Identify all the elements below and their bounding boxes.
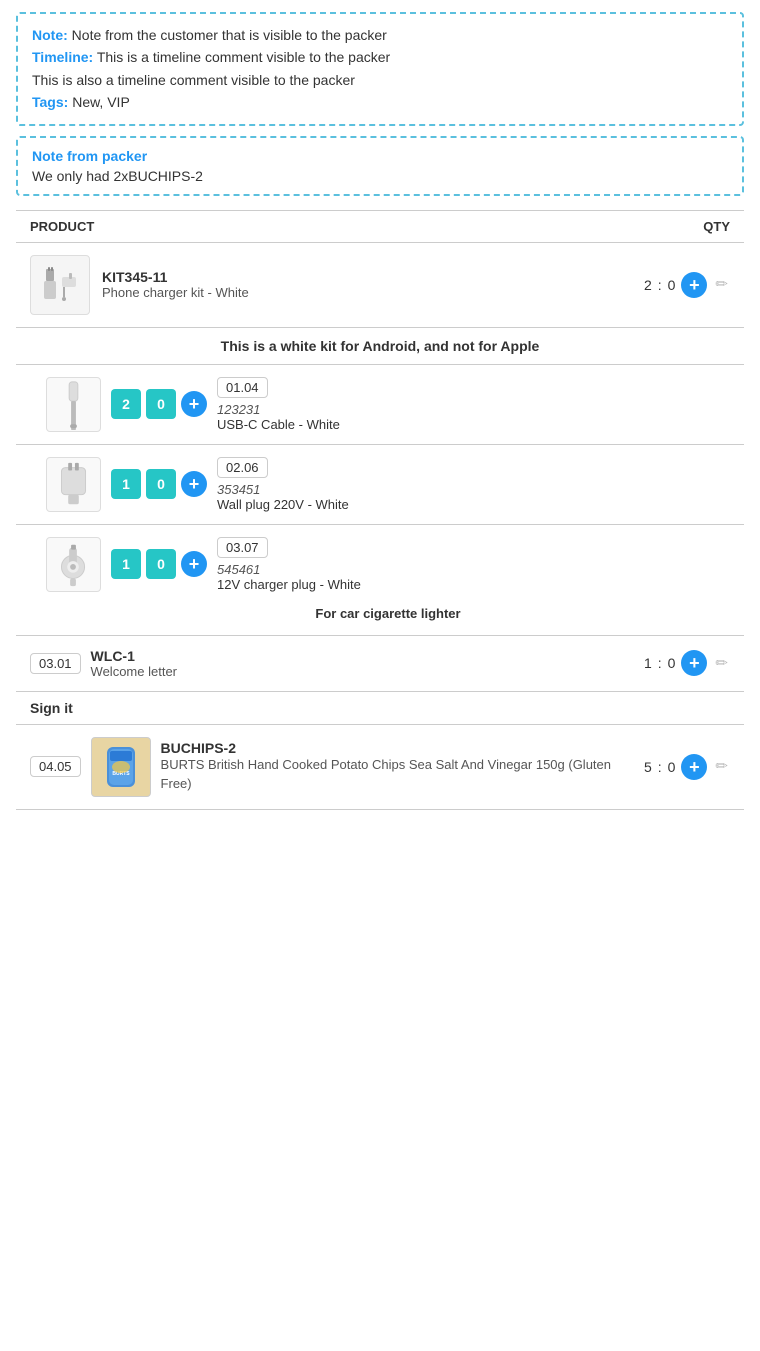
- chips-product-image: BURTS: [91, 737, 151, 797]
- chips-qty-separator: :: [658, 759, 662, 775]
- chips-add-button[interactable]: +: [681, 754, 707, 780]
- page-container: Note: Note from the customer that is vis…: [0, 0, 760, 822]
- chips-pencil-icon: [715, 758, 728, 775]
- kit-qty-separator: :: [658, 277, 662, 293]
- chips-svg: BURTS: [97, 743, 145, 791]
- packer-note-box: Note from packer We only had 2xBUCHIPS-2: [16, 136, 744, 196]
- kit-product-info: KIT345-11 Phone charger kit - White: [102, 269, 632, 300]
- info-box: Note: Note from the customer that is vis…: [16, 12, 744, 126]
- kit-item-qty-block-0: 2 0 +: [111, 389, 207, 419]
- kit-item-info-2: 03.07 545461 12V charger plug - White: [217, 537, 730, 592]
- wallplug-svg: [47, 458, 100, 511]
- kit-product-svg: [36, 261, 84, 309]
- kit-product-image: [30, 255, 90, 315]
- tags-text: New, VIP: [68, 94, 129, 110]
- kit-item-row-0: 2 0 + 01.04 123231 USB-C Cable - White: [16, 365, 744, 445]
- wlc-name: Welcome letter: [91, 664, 634, 679]
- table-header: PRODUCT QTY: [16, 210, 744, 243]
- kit-product-sku: KIT345-11: [102, 269, 632, 285]
- kit-item-total-0: 0: [146, 389, 176, 419]
- chips-product-row: 04.05 BURTS BUCHIPS-2 BURTS British Hand…: [16, 725, 744, 810]
- kit-product-name: Phone charger kit - White: [102, 285, 632, 300]
- wlc-product-row: 03.01 WLC-1 Welcome letter 1 : 0 +: [16, 636, 744, 692]
- tags-line: Tags: New, VIP: [32, 91, 728, 113]
- timeline-label: Timeline:: [32, 49, 93, 65]
- kit-edit-button[interactable]: [713, 273, 730, 296]
- kit-item-add-button-2[interactable]: +: [181, 551, 207, 577]
- wlc-edit-button[interactable]: [713, 652, 730, 675]
- wlc-qty: 1 : 0 +: [644, 650, 730, 676]
- wlc-sku: WLC-1: [91, 648, 634, 664]
- kit-item-image-0: [46, 377, 101, 432]
- kit-item-total-2: 0: [146, 549, 176, 579]
- wlc-qty-total: 0: [668, 655, 676, 671]
- wlc-location: 03.01: [30, 653, 81, 674]
- kit-item-qty-block-2: 1 0 +: [111, 549, 207, 579]
- kit-item-packed-0: 2: [111, 389, 141, 419]
- kit-item-info-0: 01.04 123231 USB-C Cable - White: [217, 377, 730, 432]
- wlc-add-button[interactable]: +: [681, 650, 707, 676]
- kit-product-row: KIT345-11 Phone charger kit - White 2 : …: [16, 243, 744, 328]
- kit-item-image-2: [46, 537, 101, 592]
- kit-item-info-1: 02.06 353451 Wall plug 220V - White: [217, 457, 730, 512]
- timeline-text-1: This is a timeline comment visible to th…: [93, 49, 390, 65]
- kit-item-name-0: USB-C Cable - White: [217, 417, 730, 432]
- kit-item-location-0: 01.04: [217, 377, 268, 398]
- carcharger-svg: [47, 538, 100, 591]
- usbc-svg: [47, 378, 100, 431]
- kit-item-name-1: Wall plug 220V - White: [217, 497, 730, 512]
- chips-location: 04.05: [30, 756, 81, 777]
- chips-info: BUCHIPS-2 BURTS British Hand Cooked Pota…: [161, 740, 634, 792]
- kit-item-total-1: 0: [146, 469, 176, 499]
- wlc-qty-packed: 1: [644, 655, 652, 671]
- chips-edit-button[interactable]: [713, 755, 730, 778]
- qty-col-header: QTY: [703, 219, 730, 234]
- kit-item-packed-2: 1: [111, 549, 141, 579]
- timeline-line-2: This is also a timeline comment visible …: [32, 69, 728, 91]
- chips-qty: 5 : 0 +: [644, 754, 730, 780]
- chips-qty-packed: 5: [644, 759, 652, 775]
- kit-item-sku-2: 545461: [217, 562, 730, 577]
- note-label: Note:: [32, 27, 68, 43]
- sign-it-row: Sign it: [16, 692, 744, 725]
- kit-add-button[interactable]: +: [681, 272, 707, 298]
- kit-item-sku-0: 123231: [217, 402, 730, 417]
- note-text: Note from the customer that is visible t…: [68, 27, 387, 43]
- kit-item-qty-block-1: 1 0 +: [111, 469, 207, 499]
- sign-it-text: Sign it: [30, 700, 73, 716]
- note-line: Note: Note from the customer that is vis…: [32, 24, 728, 46]
- kit-item-packed-1: 1: [111, 469, 141, 499]
- chips-sku: BUCHIPS-2: [161, 740, 634, 756]
- kit-product-qty: 2 : 0 +: [644, 272, 730, 298]
- timeline-text-2: This is also a timeline comment visible …: [32, 72, 355, 88]
- kit-qty-total: 0: [668, 277, 676, 293]
- kit-item-image-1: [46, 457, 101, 512]
- kit-item-add-button-0[interactable]: +: [181, 391, 207, 417]
- kit-item-note-2: For car cigarette lighter: [46, 602, 730, 623]
- kit-item-add-button-1[interactable]: +: [181, 471, 207, 497]
- product-col-header: PRODUCT: [30, 219, 94, 234]
- kit-item-name-2: 12V charger plug - White: [217, 577, 730, 592]
- tags-label: Tags:: [32, 94, 68, 110]
- timeline-line-1: Timeline: This is a timeline comment vis…: [32, 46, 728, 68]
- kit-qty-packed: 2: [644, 277, 652, 293]
- kit-description-row: This is a white kit for Android, and not…: [16, 328, 744, 365]
- pencil-icon: [715, 276, 728, 293]
- wlc-info: WLC-1 Welcome letter: [91, 648, 634, 679]
- wlc-qty-separator: :: [658, 655, 662, 671]
- kit-item-note-2-wrapper: For car cigarette lighter: [46, 602, 730, 623]
- kit-item-location-1: 02.06: [217, 457, 268, 478]
- kit-item-location-2: 03.07: [217, 537, 268, 558]
- chips-name: BURTS British Hand Cooked Potato Chips S…: [161, 756, 634, 792]
- wlc-pencil-icon: [715, 655, 728, 672]
- kit-item-sku-1: 353451: [217, 482, 730, 497]
- kit-description-text: This is a white kit for Android, and not…: [221, 338, 540, 354]
- kit-item-row-1: 1 0 + 02.06 353451 Wall plug 220V - Whit…: [16, 445, 744, 525]
- packer-note-title: Note from packer: [32, 148, 728, 164]
- packer-note-content: We only had 2xBUCHIPS-2: [32, 168, 728, 184]
- kit-item-row-2: 1 0 + 03.07 545461 12V charger plug - Wh…: [16, 525, 744, 636]
- chips-qty-total: 0: [668, 759, 676, 775]
